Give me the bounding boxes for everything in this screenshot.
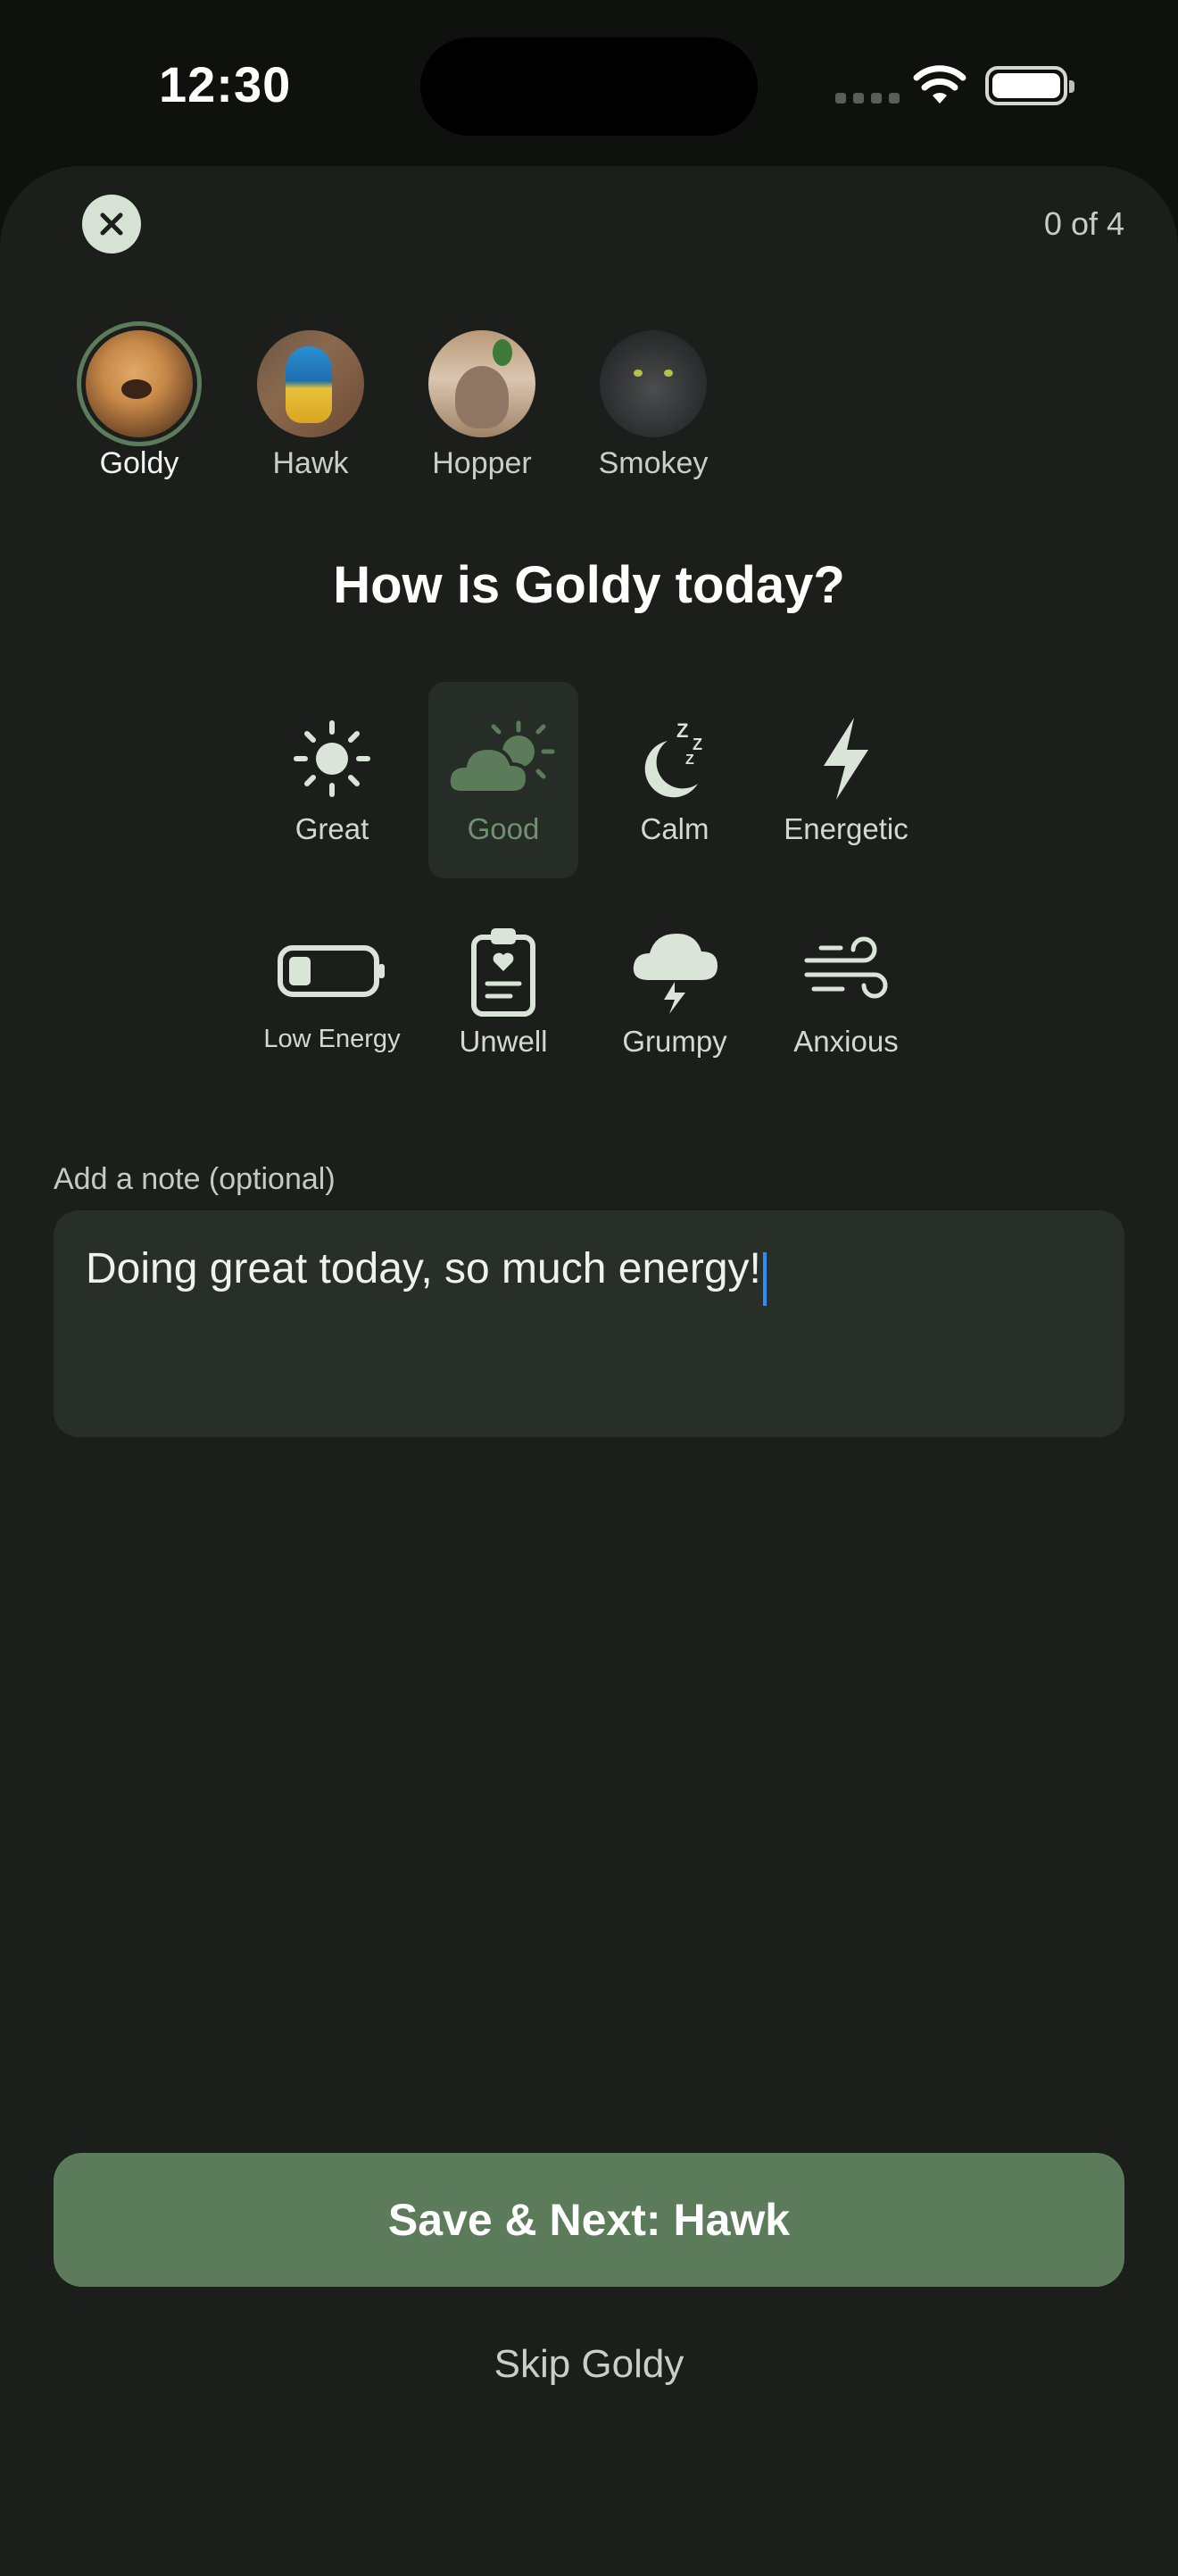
battery-low-icon [278, 945, 385, 997]
pet-smokey[interactable]: Smokey [568, 330, 739, 481]
moon-sleep-icon: Z Z Z [644, 719, 702, 798]
question-title: How is Goldy today? [333, 556, 845, 614]
mood-unwell[interactable]: Unwell [418, 902, 589, 1098]
mood-label: Low Energy [263, 1025, 401, 1053]
dynamic-island [420, 37, 758, 136]
note-label: Add a note (optional) [54, 1162, 336, 1196]
svg-text:Z: Z [685, 752, 694, 768]
pet-name: Hawk [272, 446, 349, 480]
avatar [86, 330, 193, 437]
mood-label: Anxious [793, 1025, 899, 1058]
mood-good[interactable]: Good [428, 682, 578, 878]
svg-text:Z: Z [676, 719, 688, 742]
sun-icon [294, 720, 370, 797]
pet-hawk[interactable]: Hawk [225, 330, 396, 481]
mood-label: Great [294, 812, 369, 845]
wifi-icon [913, 65, 966, 104]
mood-great[interactable]: Great [246, 682, 418, 878]
status-bar: 12:30 [0, 0, 1178, 170]
note-text: Doing great today, so much energy! [86, 1245, 761, 1292]
selected-ring [77, 321, 202, 446]
mood-label: Calm [640, 812, 709, 845]
text-caret [762, 1251, 767, 1306]
pet-name: Smokey [598, 446, 709, 480]
lightning-icon [824, 718, 868, 800]
svg-text:Z: Z [693, 735, 702, 753]
mood-anxious[interactable]: Anxious [760, 902, 932, 1098]
mood-label: Good [467, 812, 540, 845]
note-field[interactable]: Doing great today, so much energy! [54, 1210, 1124, 1437]
save-next-button[interactable]: Save & Next: Hawk [54, 2153, 1124, 2287]
mood-grid-row-2: Low Energy Unwell Grumpy Anxious [246, 902, 932, 1098]
status-time: 12:30 [159, 56, 292, 112]
close-icon [100, 212, 123, 236]
mood-label: Energetic [784, 812, 908, 845]
storm-cloud-icon [633, 934, 718, 1014]
avatar [600, 330, 707, 437]
avatar [428, 330, 535, 437]
clipboard-heart-icon [471, 928, 535, 1017]
pet-hopper[interactable]: Hopper [396, 330, 568, 481]
skip-button[interactable]: Skip Goldy [0, 2342, 1178, 2387]
avatar [257, 330, 364, 437]
pet-name: Goldy [99, 446, 179, 480]
partly-cloudy-icon [446, 720, 555, 794]
mood-grumpy[interactable]: Grumpy [589, 902, 760, 1098]
mood-low-energy[interactable]: Low Energy [246, 902, 418, 1098]
close-button[interactable] [82, 195, 141, 253]
mood-label: Grumpy [622, 1025, 727, 1058]
mood-energetic[interactable]: Energetic [760, 682, 932, 878]
progress-counter: 0 of 4 [1043, 205, 1124, 242]
mood-grid-row-1: Great Good Z Z Z Calm Energetic [246, 682, 932, 878]
wind-icon [804, 936, 888, 999]
mood-calm[interactable]: Z Z Z Calm [589, 682, 760, 878]
mood-label: Unwell [459, 1025, 548, 1058]
cellular-signal-icon [835, 93, 900, 104]
battery-icon [985, 66, 1074, 105]
pet-selector: Goldy Hawk Hopper Smokey [54, 321, 739, 481]
pet-name: Hopper [432, 446, 532, 480]
pet-goldy[interactable]: Goldy [54, 321, 225, 481]
